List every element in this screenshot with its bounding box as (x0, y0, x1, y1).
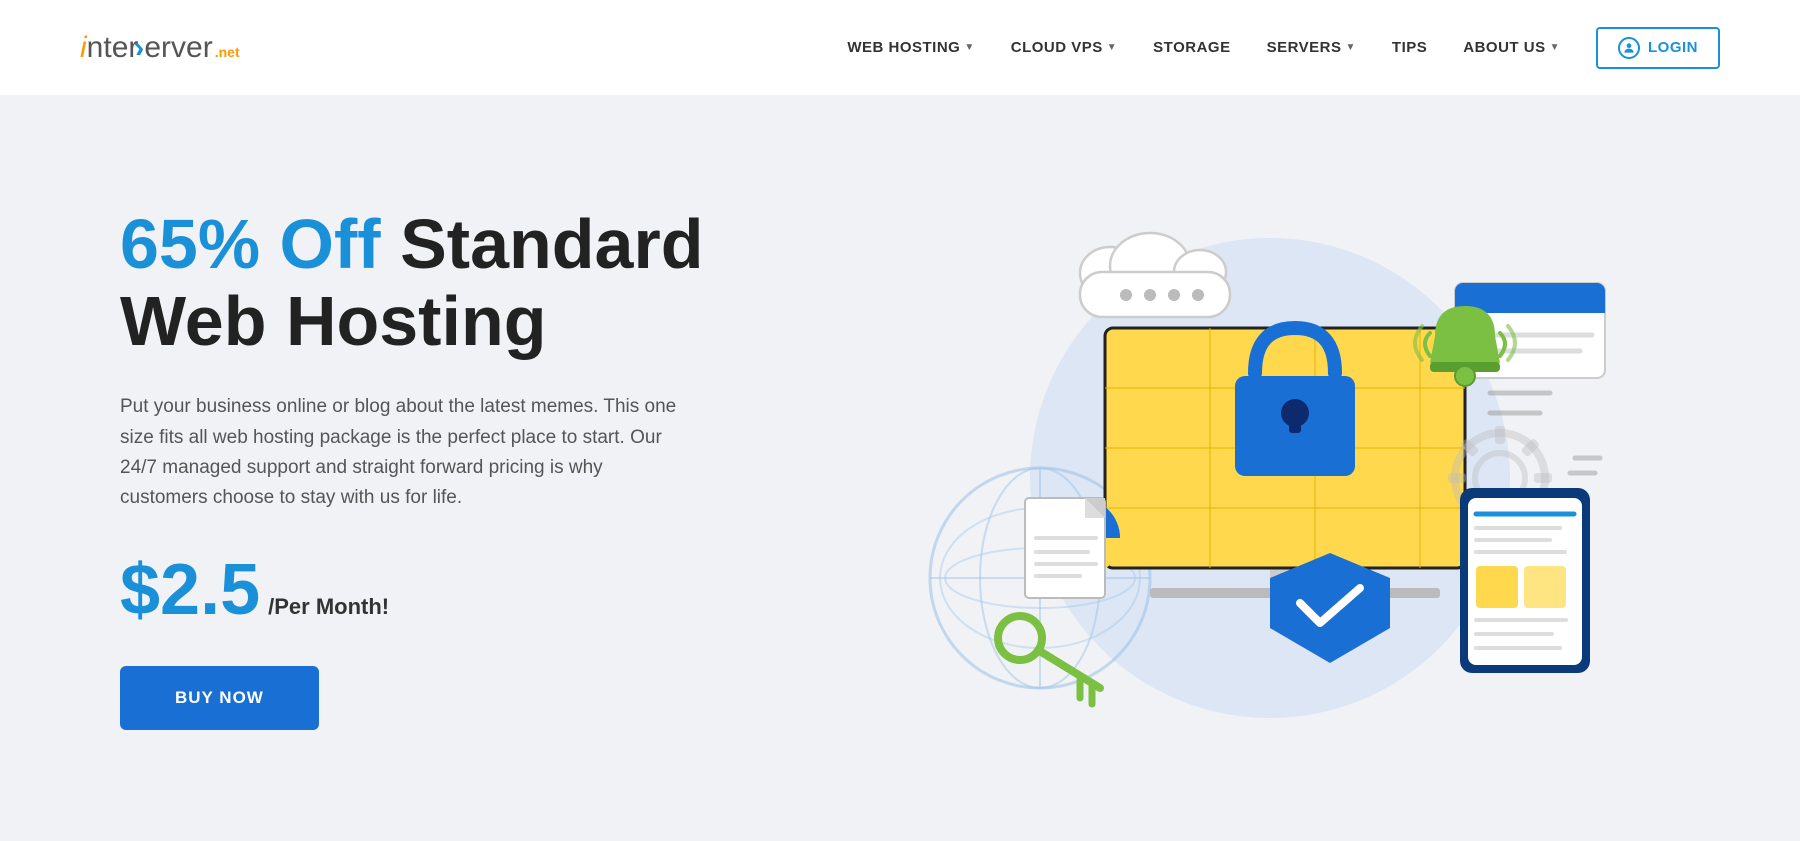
chevron-down-icon: ▼ (964, 42, 974, 53)
nav-storage[interactable]: STORAGE (1153, 39, 1230, 56)
hero-description: Put your business online or blog about t… (120, 392, 680, 514)
chevron-down-icon: ▼ (1346, 42, 1356, 53)
user-icon (1618, 37, 1640, 59)
logo-inter: inter (80, 31, 138, 65)
logo-server: erver (144, 31, 212, 65)
buy-now-button[interactable]: BUY NOW (120, 666, 319, 730)
logo-arrow-icon: ‹ (138, 31, 144, 65)
chevron-down-icon: ▼ (1550, 42, 1560, 53)
hero-content: 65% Off StandardWeb Hosting Put your bus… (120, 206, 740, 730)
hero-svg-illustration (840, 188, 1620, 748)
hero-headline-highlight: 65% Off (120, 205, 381, 283)
nav-servers[interactable]: SERVERS ▼ (1267, 39, 1356, 56)
logo[interactable]: inter‹erver.net (80, 31, 240, 65)
hero-headline: 65% Off StandardWeb Hosting (120, 206, 740, 360)
main-nav: WEB HOSTING ▼ CLOUD VPS ▼ STORAGE SERVER… (847, 27, 1720, 69)
hero-section: 65% Off StandardWeb Hosting Put your bus… (0, 95, 1800, 841)
logo-i: i (80, 31, 87, 64)
login-button[interactable]: LOGIN (1596, 27, 1720, 69)
price-period: /Per Month! (268, 594, 389, 620)
nav-tips[interactable]: TIPS (1392, 39, 1427, 56)
chevron-down-icon: ▼ (1107, 42, 1117, 53)
hero-price: $2.5 /Per Month! (120, 554, 740, 626)
header: inter‹erver.net WEB HOSTING ▼ CLOUD VPS … (0, 0, 1800, 95)
price-amount: $2.5 (120, 554, 260, 626)
logo-tld: .net (215, 44, 240, 60)
nav-web-hosting[interactable]: WEB HOSTING ▼ (847, 39, 974, 56)
nav-about-us[interactable]: ABOUT US ▼ (1463, 39, 1560, 56)
nav-cloud-vps[interactable]: CLOUD VPS ▼ (1011, 39, 1117, 56)
hero-illustration (740, 168, 1720, 768)
